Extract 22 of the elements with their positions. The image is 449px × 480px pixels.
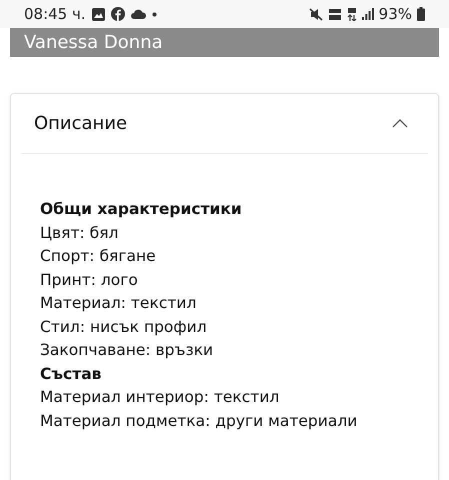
status-time: 08:45 ч. — [24, 4, 86, 25]
battery-percentage: 93% — [378, 4, 412, 25]
facebook-icon — [110, 7, 125, 21]
attribute-line: Спорт: бягане — [40, 246, 157, 267]
product-title: Vanessa Donna — [24, 32, 163, 52]
cloud-icon — [130, 9, 146, 19]
battery-icon — [417, 7, 425, 21]
attribute-line: Стил: нисък профил — [40, 316, 208, 338]
attribute-line: Цвят: бял — [40, 222, 120, 244]
attribute-line: Материал интериор: текстил — [40, 387, 280, 408]
dot-icon — [152, 12, 157, 16]
subheading: Общи характеристики — [40, 199, 243, 220]
chevron-icon — [392, 119, 408, 128]
attribute-line: Материал: текстил — [40, 293, 198, 314]
attribute-line: Принт: лого — [40, 270, 139, 290]
section-title: Описание — [34, 112, 128, 136]
gallery-icon — [92, 8, 105, 20]
signal-icon — [362, 8, 374, 20]
subheading: Състав — [40, 364, 102, 384]
mute-icon — [308, 8, 323, 20]
attribute-line: Закопчаване: връзки — [40, 340, 214, 361]
attribute-line: Материал подметка: други материали — [40, 410, 358, 432]
